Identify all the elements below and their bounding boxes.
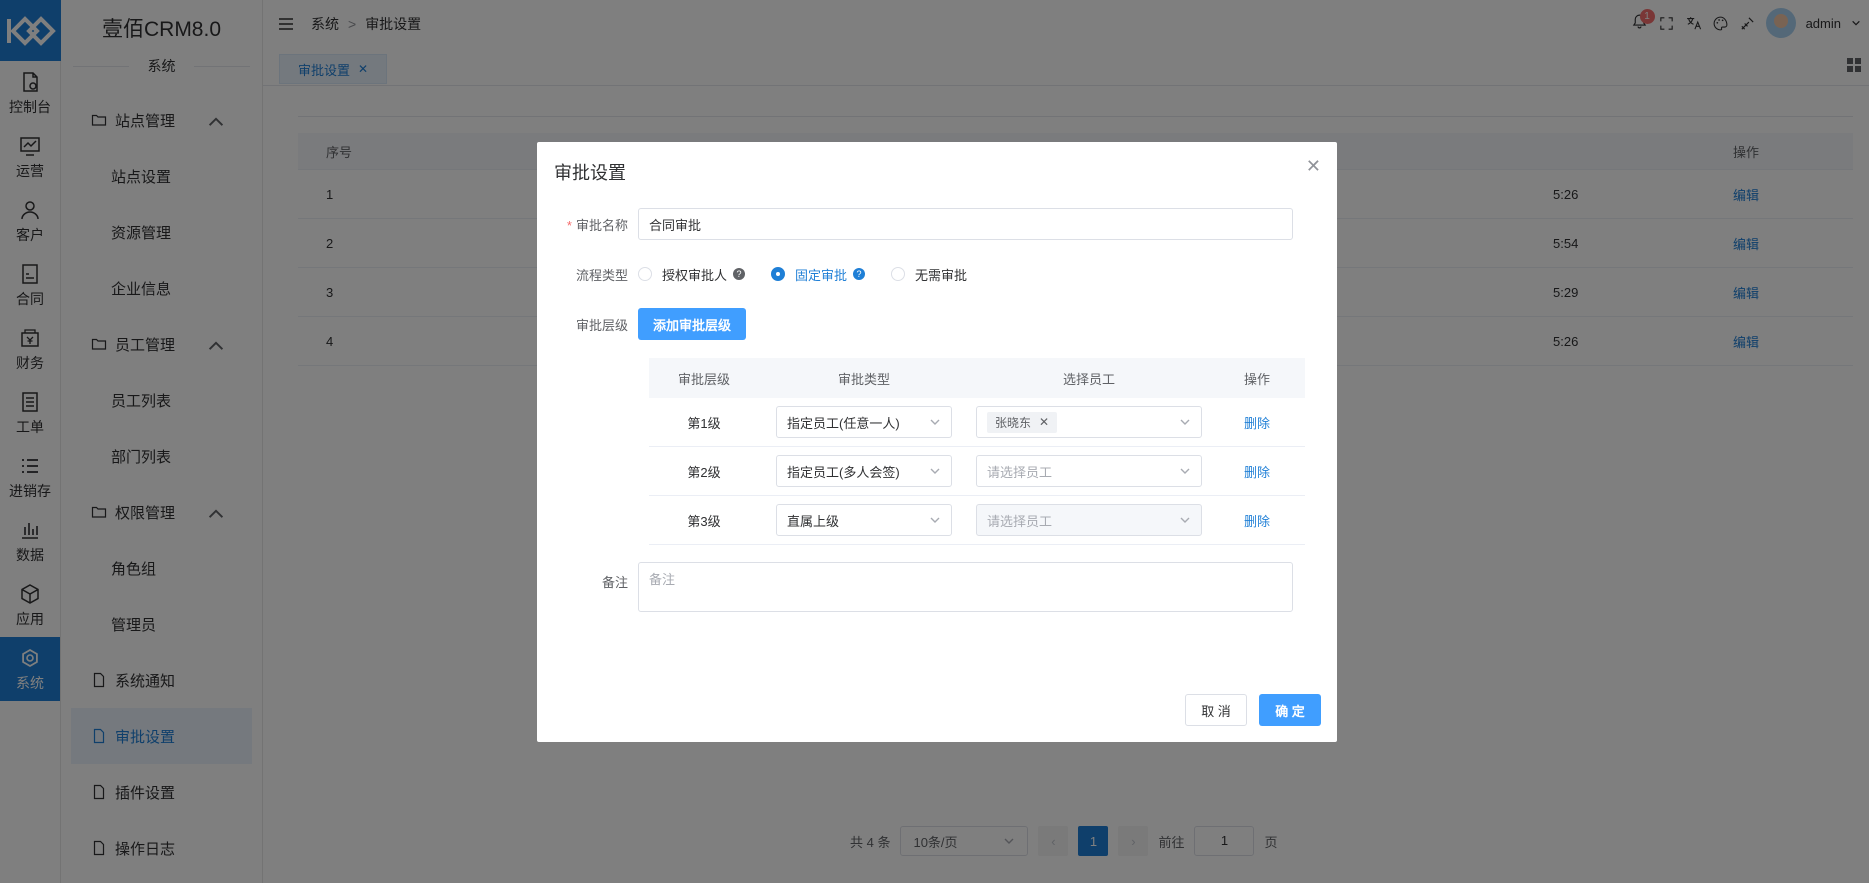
remark-textarea[interactable]: 备注	[638, 562, 1293, 612]
chevron-down-icon	[930, 468, 940, 474]
flow-type-radio-1[interactable]: 固定审批?	[771, 265, 866, 284]
level-row: 审批层级 添加审批层级	[537, 308, 747, 340]
approval-name-input[interactable]: 合同审批	[638, 208, 1293, 240]
remark-row: 备注 备注	[537, 562, 1293, 612]
radio-label: 授权审批人	[662, 267, 728, 283]
add-level-button[interactable]: 添加审批层级	[638, 308, 747, 340]
name-row: * 审批名称 合同审批	[537, 208, 1293, 240]
delete-link[interactable]: 删除	[1209, 462, 1305, 481]
radio-dot	[891, 267, 906, 281]
flow-type-label: 流程类型	[575, 267, 628, 283]
approval-type-select[interactable]: 直属上级	[776, 504, 952, 536]
employee-select[interactable]: 张晓东 ✕	[976, 406, 1202, 438]
flow-type-radio-2[interactable]: 无需审批	[891, 265, 967, 284]
employee-tag: 张晓东 ✕	[987, 411, 1058, 433]
header-type: 审批类型	[837, 371, 890, 387]
flow-type-radios: 授权审批人? 固定审批? 无需审批	[638, 265, 967, 284]
dialog-footer: 取 消 确 定	[1185, 694, 1321, 726]
confirm-button[interactable]: 确 定	[1259, 694, 1321, 726]
chevron-down-icon	[1180, 468, 1190, 474]
level-name: 第2级	[687, 464, 721, 480]
approval-type-select[interactable]: 指定员工(多人会签)	[776, 455, 952, 487]
flow-type-radio-0[interactable]: 授权审批人?	[638, 265, 746, 284]
chevron-down-icon	[1180, 517, 1190, 523]
approval-dialog: 审批设置 ✕ * 审批名称 合同审批 流程类型 授权审批人? 固定审批? 无需审批 审…	[537, 142, 1337, 742]
help-icon[interactable]: ?	[733, 268, 746, 280]
level-label: 审批层级	[575, 317, 628, 333]
name-label: * 审批名称	[566, 217, 628, 233]
level-name: 第1级	[687, 415, 721, 431]
level-name: 第3级	[687, 513, 721, 529]
close-icon[interactable]: ✕	[1306, 156, 1321, 177]
delete-link[interactable]: 删除	[1209, 511, 1305, 530]
level-row: 第3级 直属上级 请选择员工 删除	[649, 496, 1305, 545]
header-level: 审批层级	[677, 371, 730, 387]
remark-label: 备注	[601, 575, 628, 590]
chevron-down-icon	[930, 517, 940, 523]
header-employee: 选择员工	[1062, 371, 1115, 387]
dialog-title: 审批设置	[554, 163, 626, 183]
level-table: 审批层级 审批类型 选择员工 操作 第1级 指定员工(任意一人) 张晓东 ✕ 删除 第2级…	[649, 358, 1305, 545]
level-row: 第2级 指定员工(多人会签) 请选择员工 删除	[649, 447, 1305, 496]
radio-dot	[771, 267, 786, 281]
approval-type-select[interactable]: 指定员工(任意一人)	[776, 406, 952, 438]
employee-select[interactable]: 请选择员工	[976, 504, 1202, 536]
delete-link[interactable]: 删除	[1209, 413, 1305, 432]
tag-close-icon[interactable]: ✕	[1039, 415, 1049, 429]
flow-type-row: 流程类型 授权审批人? 固定审批? 无需审批	[537, 258, 967, 290]
radio-label: 固定审批	[795, 267, 848, 283]
level-table-header: 审批层级 审批类型 选择员工 操作	[649, 358, 1305, 398]
header-op: 操作	[1243, 371, 1270, 387]
cancel-button[interactable]: 取 消	[1185, 694, 1247, 726]
radio-label: 无需审批	[915, 267, 968, 283]
radio-dot	[638, 267, 652, 281]
chevron-down-icon	[930, 419, 940, 425]
help-icon[interactable]: ?	[853, 268, 866, 280]
employee-select[interactable]: 请选择员工	[976, 455, 1202, 487]
chevron-down-icon	[1180, 419, 1190, 425]
level-row: 第1级 指定员工(任意一人) 张晓东 ✕ 删除	[649, 398, 1305, 447]
